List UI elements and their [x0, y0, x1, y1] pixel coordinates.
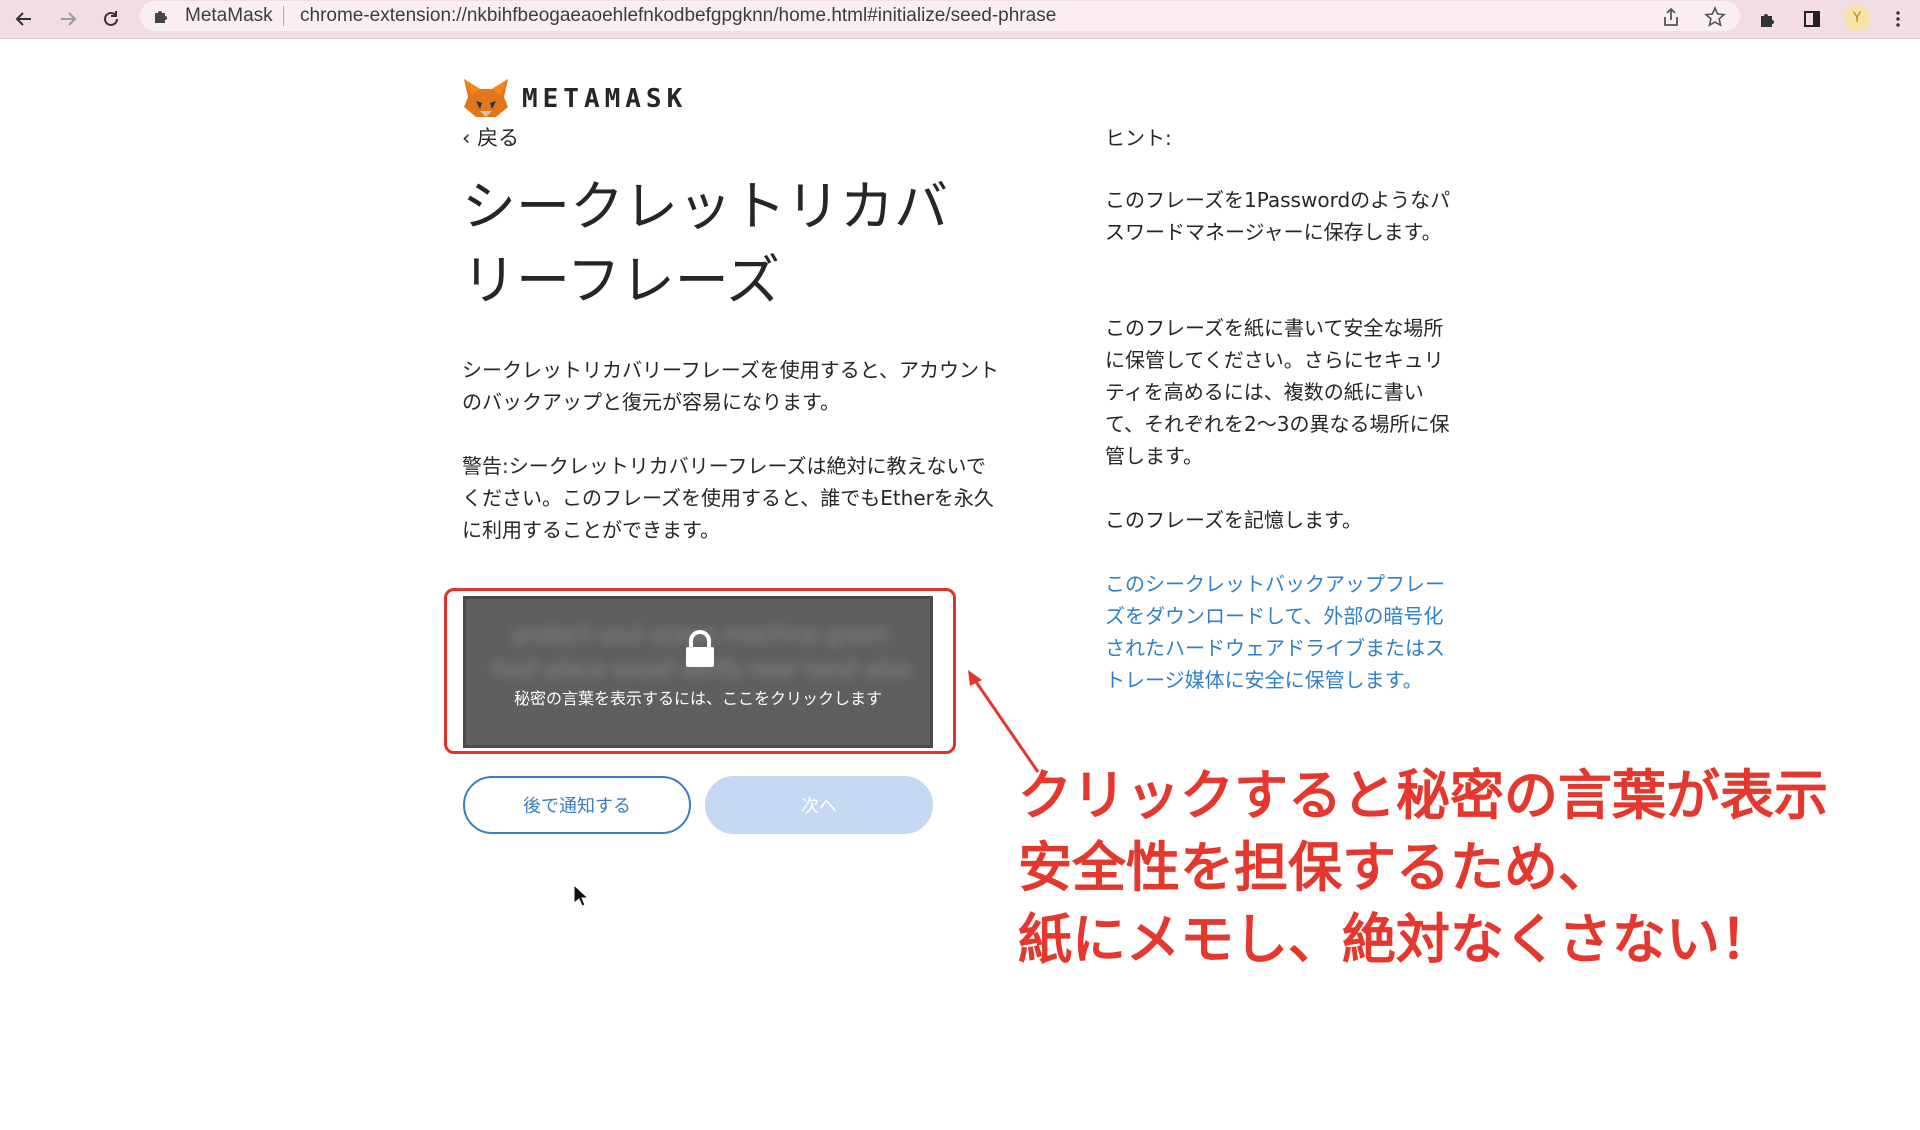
annotation-highlight-box — [444, 588, 956, 754]
hint-paper-storage: このフレーズを紙に書いて安全な場所に保管してください。さらにセキュリティを高める… — [1105, 316, 1450, 468]
back-arrow-icon[interactable] — [10, 5, 38, 33]
metamask-fox-logo-icon — [464, 79, 508, 117]
page-title: シークレットリカバリーフレーズ — [462, 175, 948, 312]
profile-avatar[interactable]: Y — [1844, 5, 1870, 31]
annotation-line-1: クリックすると秘密の言葉が表示 — [1018, 764, 1828, 827]
metamask-wordmark: METAMASK — [522, 84, 688, 114]
annotation-line-2: 安全性を担保するため、 — [1018, 836, 1612, 899]
hint-memorize: このフレーズを記憶します。 — [1105, 508, 1362, 532]
annotation-line-3: 紙にメモし、絶対なくさない！ — [1018, 908, 1774, 971]
back-link[interactable]: ‹ 戻る — [462, 122, 519, 152]
url-text[interactable]: chrome-extension://nkbihfbeogaeaoehlefnk… — [300, 5, 1056, 27]
description-text: シークレットリカバリーフレーズを使用すると、アカウントのバックアップと復元が容易… — [462, 358, 999, 414]
download-phrase-link[interactable]: このシークレットバックアップフレーズをダウンロードして、外部の暗号化されたハード… — [1105, 568, 1455, 696]
kebab-menu-icon[interactable] — [1884, 5, 1912, 33]
reload-icon[interactable] — [97, 5, 125, 33]
share-icon[interactable] — [1660, 6, 1682, 28]
forward-arrow-icon[interactable] — [54, 5, 82, 33]
address-bar[interactable]: MetaMask chrome-extension://nkbihfbeogae… — [140, 1, 1740, 31]
address-divider — [283, 6, 284, 26]
side-panel-icon[interactable] — [1798, 5, 1826, 33]
star-bookmark-icon[interactable] — [1704, 6, 1726, 28]
annotation-arrow-icon — [968, 670, 1040, 773]
mouse-cursor-icon — [573, 884, 589, 907]
hint-password-manager: このフレーズを1Passwordのようなパスワードマネージャーに保存します。 — [1105, 188, 1451, 244]
annotation-text: クリックすると秘密の言葉が表示 安全性を担保するため、 紙にメモし、絶対なくさな… — [1018, 760, 1918, 976]
site-name: MetaMask — [185, 5, 273, 26]
next-button[interactable]: 次へ — [705, 776, 933, 834]
extensions-puzzle-icon[interactable] — [1754, 5, 1782, 33]
hint-heading: ヒント: — [1105, 126, 1172, 150]
warning-text: 警告:シークレットリカバリーフレーズは絶対に教えないでください。このフレーズを使… — [462, 454, 994, 542]
browser-toolbar: MetaMask chrome-extension://nkbihfbeogae… — [0, 0, 1920, 39]
remind-me-later-button[interactable]: 後で通知する — [463, 776, 691, 834]
extension-puzzle-icon — [155, 11, 167, 23]
